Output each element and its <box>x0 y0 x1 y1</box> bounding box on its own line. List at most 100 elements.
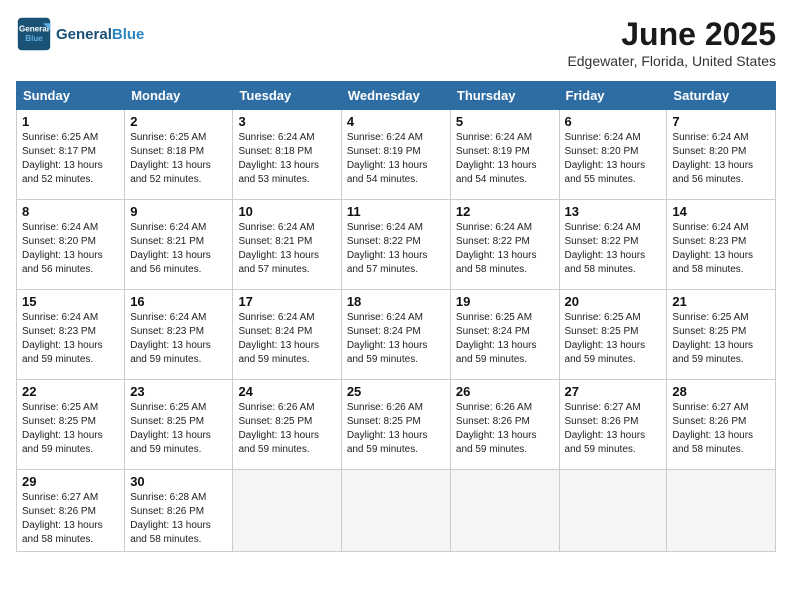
day-info: Sunrise: 6:25 AMSunset: 8:18 PMDaylight:… <box>130 131 227 187</box>
day-number: 13 <box>565 204 662 219</box>
day-number: 3 <box>238 114 335 129</box>
day-number: 16 <box>130 294 227 309</box>
day-cell <box>341 470 450 552</box>
week-row: 1 Sunrise: 6:25 AMSunset: 8:17 PMDayligh… <box>17 110 776 200</box>
day-number: 11 <box>347 204 445 219</box>
day-number: 14 <box>672 204 770 219</box>
day-info: Sunrise: 6:28 AMSunset: 8:26 PMDaylight:… <box>130 491 227 547</box>
day-number: 29 <box>22 474 119 489</box>
day-number: 23 <box>130 384 227 399</box>
day-number: 4 <box>347 114 445 129</box>
day-info: Sunrise: 6:27 AMSunset: 8:26 PMDaylight:… <box>22 491 119 547</box>
location: Edgewater, Florida, United States <box>567 53 776 69</box>
day-number: 7 <box>672 114 770 129</box>
weekday-header: Thursday <box>450 82 559 110</box>
svg-text:Blue: Blue <box>25 34 43 43</box>
weekday-header: Saturday <box>667 82 776 110</box>
day-cell: 24 Sunrise: 6:26 AMSunset: 8:25 PMDaylig… <box>233 380 341 470</box>
day-cell: 1 Sunrise: 6:25 AMSunset: 8:17 PMDayligh… <box>17 110 125 200</box>
day-info: Sunrise: 6:26 AMSunset: 8:25 PMDaylight:… <box>238 401 335 457</box>
header: General Blue GeneralBlue June 2025 Edgew… <box>16 16 776 69</box>
day-number: 27 <box>565 384 662 399</box>
week-row: 22 Sunrise: 6:25 AMSunset: 8:25 PMDaylig… <box>17 380 776 470</box>
day-cell: 7 Sunrise: 6:24 AMSunset: 8:20 PMDayligh… <box>667 110 776 200</box>
day-info: Sunrise: 6:24 AMSunset: 8:19 PMDaylight:… <box>456 131 554 187</box>
day-number: 1 <box>22 114 119 129</box>
day-number: 22 <box>22 384 119 399</box>
weekday-header: Monday <box>125 82 233 110</box>
day-info: Sunrise: 6:24 AMSunset: 8:20 PMDaylight:… <box>22 221 119 277</box>
day-cell: 9 Sunrise: 6:24 AMSunset: 8:21 PMDayligh… <box>125 200 233 290</box>
weekday-header: Tuesday <box>233 82 341 110</box>
day-number: 9 <box>130 204 227 219</box>
title-area: June 2025 Edgewater, Florida, United Sta… <box>567 16 776 69</box>
day-number: 26 <box>456 384 554 399</box>
day-cell: 11 Sunrise: 6:24 AMSunset: 8:22 PMDaylig… <box>341 200 450 290</box>
day-number: 10 <box>238 204 335 219</box>
week-row: 29 Sunrise: 6:27 AMSunset: 8:26 PMDaylig… <box>17 470 776 552</box>
day-cell <box>450 470 559 552</box>
day-number: 20 <box>565 294 662 309</box>
day-number: 19 <box>456 294 554 309</box>
day-cell: 10 Sunrise: 6:24 AMSunset: 8:21 PMDaylig… <box>233 200 341 290</box>
day-number: 17 <box>238 294 335 309</box>
day-cell: 25 Sunrise: 6:26 AMSunset: 8:25 PMDaylig… <box>341 380 450 470</box>
day-info: Sunrise: 6:25 AMSunset: 8:25 PMDaylight:… <box>130 401 227 457</box>
logo-text: GeneralBlue <box>56 26 144 43</box>
day-cell: 6 Sunrise: 6:24 AMSunset: 8:20 PMDayligh… <box>559 110 667 200</box>
day-info: Sunrise: 6:24 AMSunset: 8:20 PMDaylight:… <box>565 131 662 187</box>
day-number: 30 <box>130 474 227 489</box>
day-info: Sunrise: 6:24 AMSunset: 8:22 PMDaylight:… <box>347 221 445 277</box>
month-title: June 2025 <box>567 16 776 53</box>
day-info: Sunrise: 6:27 AMSunset: 8:26 PMDaylight:… <box>672 401 770 457</box>
day-number: 28 <box>672 384 770 399</box>
day-cell: 5 Sunrise: 6:24 AMSunset: 8:19 PMDayligh… <box>450 110 559 200</box>
day-cell: 3 Sunrise: 6:24 AMSunset: 8:18 PMDayligh… <box>233 110 341 200</box>
weekday-header: Wednesday <box>341 82 450 110</box>
day-number: 5 <box>456 114 554 129</box>
day-info: Sunrise: 6:25 AMSunset: 8:17 PMDaylight:… <box>22 131 119 187</box>
day-info: Sunrise: 6:25 AMSunset: 8:24 PMDaylight:… <box>456 311 554 367</box>
weekday-header-row: SundayMondayTuesdayWednesdayThursdayFrid… <box>17 82 776 110</box>
day-cell: 14 Sunrise: 6:24 AMSunset: 8:23 PMDaylig… <box>667 200 776 290</box>
svg-text:General: General <box>19 24 49 33</box>
day-info: Sunrise: 6:27 AMSunset: 8:26 PMDaylight:… <box>565 401 662 457</box>
day-cell: 17 Sunrise: 6:24 AMSunset: 8:24 PMDaylig… <box>233 290 341 380</box>
week-row: 15 Sunrise: 6:24 AMSunset: 8:23 PMDaylig… <box>17 290 776 380</box>
day-cell: 20 Sunrise: 6:25 AMSunset: 8:25 PMDaylig… <box>559 290 667 380</box>
day-cell: 26 Sunrise: 6:26 AMSunset: 8:26 PMDaylig… <box>450 380 559 470</box>
day-cell: 4 Sunrise: 6:24 AMSunset: 8:19 PMDayligh… <box>341 110 450 200</box>
day-info: Sunrise: 6:24 AMSunset: 8:22 PMDaylight:… <box>456 221 554 277</box>
day-info: Sunrise: 6:25 AMSunset: 8:25 PMDaylight:… <box>565 311 662 367</box>
day-number: 21 <box>672 294 770 309</box>
day-cell: 2 Sunrise: 6:25 AMSunset: 8:18 PMDayligh… <box>125 110 233 200</box>
weekday-header: Sunday <box>17 82 125 110</box>
day-info: Sunrise: 6:26 AMSunset: 8:25 PMDaylight:… <box>347 401 445 457</box>
day-info: Sunrise: 6:24 AMSunset: 8:18 PMDaylight:… <box>238 131 335 187</box>
day-cell <box>233 470 341 552</box>
logo-icon: General Blue <box>16 16 52 52</box>
day-cell: 28 Sunrise: 6:27 AMSunset: 8:26 PMDaylig… <box>667 380 776 470</box>
day-cell: 29 Sunrise: 6:27 AMSunset: 8:26 PMDaylig… <box>17 470 125 552</box>
day-info: Sunrise: 6:24 AMSunset: 8:21 PMDaylight:… <box>130 221 227 277</box>
day-info: Sunrise: 6:24 AMSunset: 8:24 PMDaylight:… <box>238 311 335 367</box>
day-cell: 12 Sunrise: 6:24 AMSunset: 8:22 PMDaylig… <box>450 200 559 290</box>
day-cell: 19 Sunrise: 6:25 AMSunset: 8:24 PMDaylig… <box>450 290 559 380</box>
day-number: 25 <box>347 384 445 399</box>
weekday-header: Friday <box>559 82 667 110</box>
day-number: 12 <box>456 204 554 219</box>
day-cell: 13 Sunrise: 6:24 AMSunset: 8:22 PMDaylig… <box>559 200 667 290</box>
day-cell <box>559 470 667 552</box>
day-info: Sunrise: 6:24 AMSunset: 8:24 PMDaylight:… <box>347 311 445 367</box>
day-info: Sunrise: 6:26 AMSunset: 8:26 PMDaylight:… <box>456 401 554 457</box>
day-number: 18 <box>347 294 445 309</box>
day-number: 6 <box>565 114 662 129</box>
day-cell <box>667 470 776 552</box>
day-number: 24 <box>238 384 335 399</box>
day-number: 2 <box>130 114 227 129</box>
day-info: Sunrise: 6:24 AMSunset: 8:21 PMDaylight:… <box>238 221 335 277</box>
day-cell: 22 Sunrise: 6:25 AMSunset: 8:25 PMDaylig… <box>17 380 125 470</box>
day-cell: 23 Sunrise: 6:25 AMSunset: 8:25 PMDaylig… <box>125 380 233 470</box>
day-info: Sunrise: 6:24 AMSunset: 8:23 PMDaylight:… <box>130 311 227 367</box>
day-number: 8 <box>22 204 119 219</box>
